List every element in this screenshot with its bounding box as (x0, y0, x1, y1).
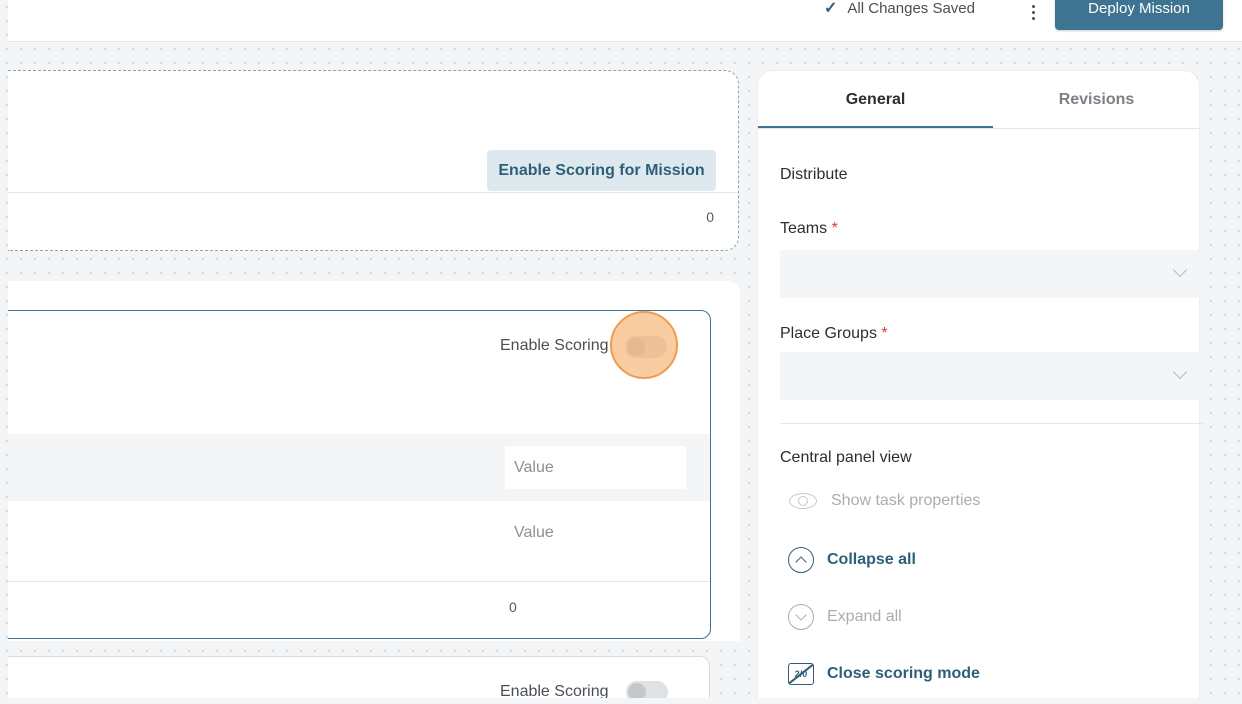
score-off-icon: 2/0 (788, 663, 814, 685)
teams-select[interactable] (780, 250, 1203, 298)
save-status: ✓ All Changes Saved (824, 0, 975, 20)
tab-general[interactable]: General (758, 71, 993, 129)
tab-revisions[interactable]: Revisions (993, 71, 1200, 129)
settings-panel: General Revisions Distribute Teams * Pla… (757, 70, 1203, 704)
teams-label-text: Teams (780, 220, 828, 237)
chevron-down-circle-icon (788, 604, 814, 630)
expand-all-button[interactable]: Expand all (788, 604, 902, 630)
collapse-all-label: Collapse all (827, 551, 916, 568)
more-options-icon[interactable] (1026, 0, 1040, 20)
divider (8, 192, 738, 193)
active-tab-indicator (758, 126, 993, 128)
place-groups-label-text: Place Groups (780, 325, 877, 342)
value-field[interactable]: Value (514, 524, 554, 542)
divider (8, 581, 710, 582)
check-icon: ✓ (824, 0, 838, 17)
save-status-text: All Changes Saved (847, 0, 975, 17)
mission-score-total: 0 (706, 209, 714, 225)
expand-all-label: Expand all (827, 608, 902, 625)
teams-label: Teams * (780, 220, 838, 238)
mission-scoring-card: Enable Scoring for Mission 0 (8, 70, 739, 251)
click-highlight-ring (610, 311, 678, 379)
close-scoring-mode-button[interactable]: 2/0 Close scoring mode (788, 663, 980, 685)
place-groups-label: Place Groups * (780, 325, 888, 343)
show-task-properties-label: Show task properties (831, 492, 981, 509)
collapse-all-button[interactable]: Collapse all (788, 547, 916, 573)
chevron-down-icon (1172, 262, 1188, 278)
bottom-strip (0, 698, 1242, 704)
enable-scoring-label: Enable Scoring (500, 337, 609, 354)
required-mark: * (881, 325, 888, 342)
show-task-properties-button[interactable]: Show task properties (788, 492, 980, 510)
eye-icon (788, 493, 818, 509)
required-mark: * (831, 220, 838, 237)
deploy-mission-button[interactable]: Deploy Mission (1055, 0, 1223, 30)
divider (780, 423, 1203, 424)
enable-mission-scoring-button[interactable]: Enable Scoring for Mission (487, 150, 716, 191)
distribute-heading: Distribute (780, 166, 848, 183)
close-scoring-mode-label: Close scoring mode (827, 665, 980, 682)
task-card[interactable]: Enable Scoring Value Value 0 (8, 310, 711, 639)
place-groups-select[interactable] (780, 352, 1203, 400)
tabs-divider (758, 128, 1199, 129)
task-card[interactable]: Enable Scoring (8, 656, 710, 704)
central-panel-view-heading: Central panel view (780, 449, 912, 466)
chevron-up-circle-icon (788, 547, 814, 573)
chevron-down-icon (1172, 364, 1188, 380)
task-score-total: 0 (509, 599, 517, 615)
value-input[interactable]: Value (505, 446, 686, 489)
